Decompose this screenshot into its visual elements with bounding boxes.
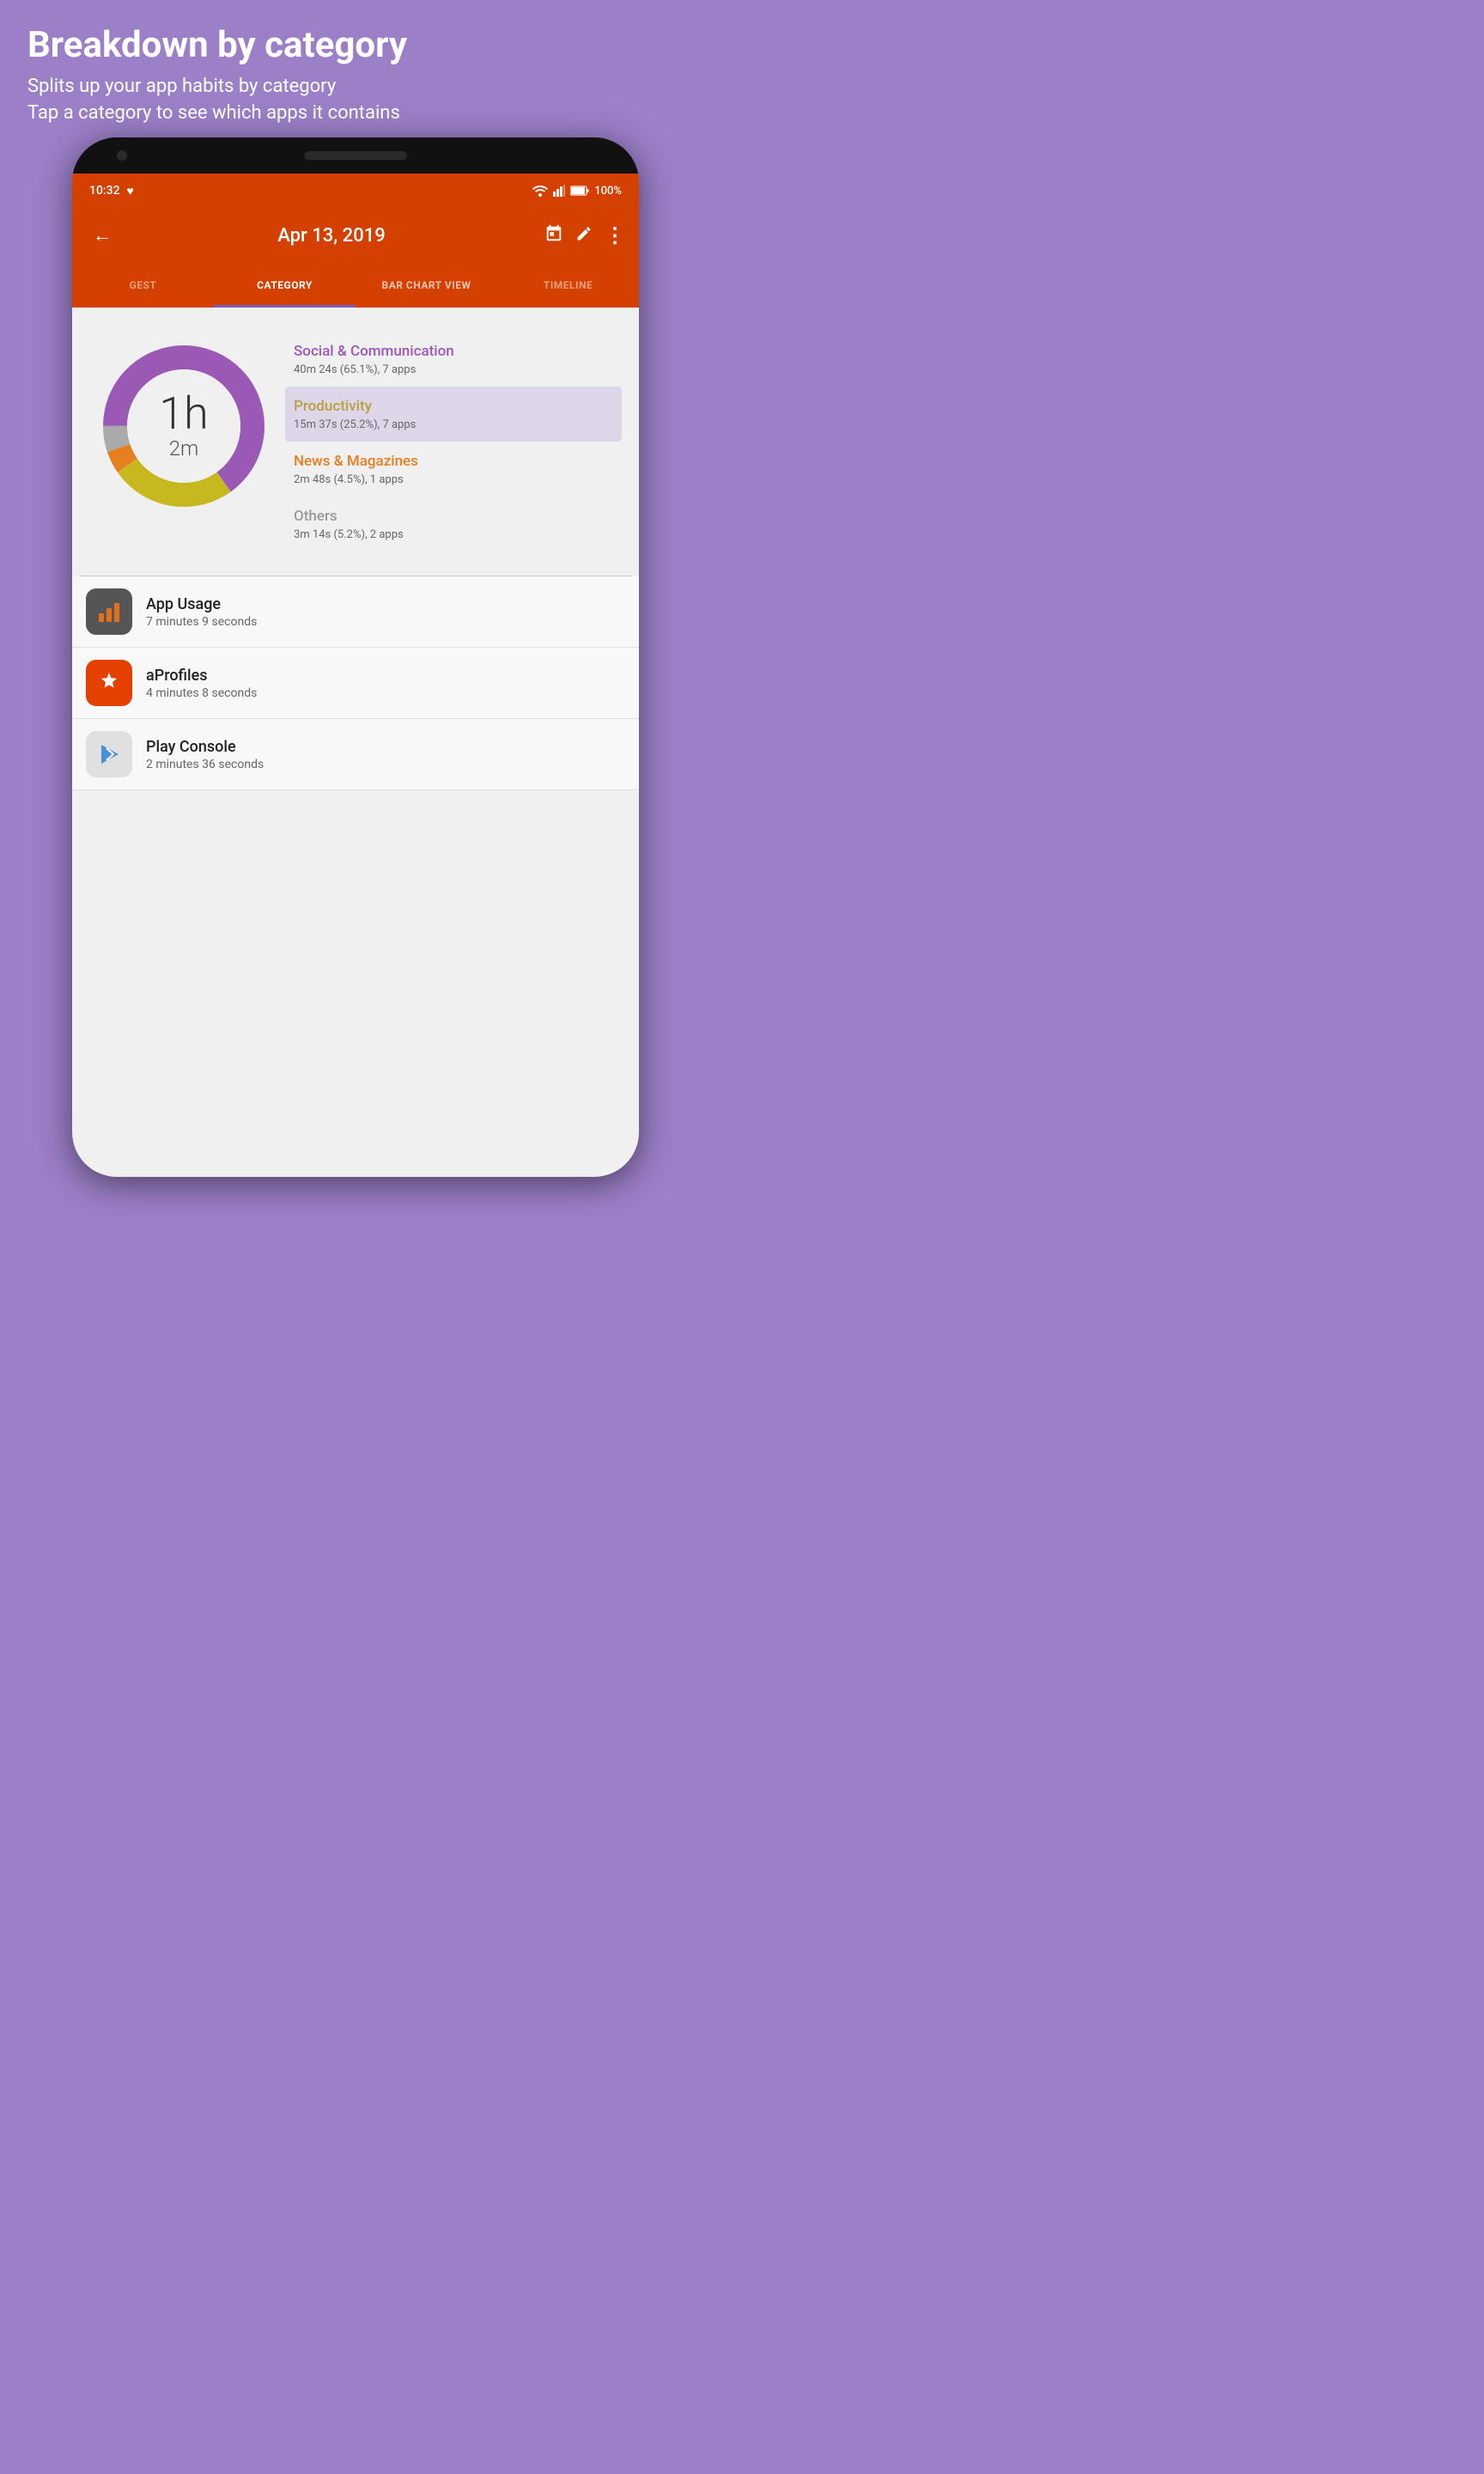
app-info-usage: App Usage 7 minutes 9 seconds (146, 595, 625, 629)
app-name-usage: App Usage (146, 595, 625, 613)
status-left: 10:32 ♥ (89, 184, 134, 198)
donut-time-big: 1h (159, 392, 208, 436)
legend-social-stats: 40m 24s (65.1%), 7 apps (294, 363, 613, 376)
app-item-playconsole[interactable]: Play Console 2 minutes 36 seconds (72, 719, 639, 790)
app-list: App Usage 7 minutes 9 seconds aProfiles … (72, 576, 639, 790)
legend-others[interactable]: Others 3m 14s (5.2%), 2 apps (285, 497, 622, 551)
content-area: 1h 2m Social & Communication 40m 24s (65… (72, 308, 639, 576)
app-icon-playconsole (86, 731, 132, 777)
page-title: Breakdown by category (27, 24, 684, 67)
legend-others-stats: 3m 14s (5.2%), 2 apps (294, 528, 613, 541)
app-name-aprofiles: aProfiles (146, 667, 625, 685)
app-info-playconsole: Play Console 2 minutes 36 seconds (146, 738, 625, 771)
status-right: 100% (532, 185, 622, 198)
legend-productivity-stats: 15m 37s (25.2%), 7 apps (294, 418, 613, 431)
legend-productivity-name: Productivity (294, 397, 613, 416)
tab-longest[interactable]: GEST (72, 263, 214, 308)
legend-social-name: Social & Communication (294, 342, 613, 361)
page-subtitle-line2: Tap a category to see which apps it cont… (27, 101, 684, 127)
back-button[interactable]: ← (86, 217, 119, 253)
tab-bar: GEST CATEGORY BAR CHART VIEW TIMELINE (72, 263, 639, 308)
donut-center: 1h 2m (159, 392, 208, 460)
wifi-icon (532, 185, 548, 197)
page-wrapper: Breakdown by category Splits up your app… (0, 0, 711, 1185)
legend-productivity[interactable]: Productivity 15m 37s (25.2%), 7 apps (285, 387, 622, 442)
app-time-aprofiles: 4 minutes 8 seconds (146, 686, 625, 700)
donut-time-sub: 2m (159, 436, 208, 460)
status-bar: 10:32 ♥ (72, 174, 639, 208)
more-button[interactable]: ⋮ (605, 223, 625, 247)
app-item-aprofiles[interactable]: aProfiles 4 minutes 8 seconds (72, 648, 639, 719)
phone-top-bar (72, 137, 639, 174)
tab-bar-chart[interactable]: BAR CHART VIEW (356, 263, 497, 308)
phone-screen: 10:32 ♥ (72, 174, 639, 1177)
edit-button[interactable] (575, 225, 593, 247)
legend-area: Social & Communication 40m 24s (65.1%), … (285, 332, 622, 551)
page-subtitle-line1: Splits up your app habits by category (27, 74, 684, 101)
app-bar-actions: ⋮ (544, 223, 625, 247)
legend-news-name: News & Magazines (294, 452, 613, 471)
donut-chart: 1h 2m (89, 332, 278, 521)
chart-row: 1h 2m Social & Communication 40m 24s (65… (86, 321, 625, 562)
heart-icon: ♥ (127, 184, 134, 198)
legend-news[interactable]: News & Magazines 2m 48s (4.5%), 1 apps (285, 442, 622, 497)
app-time-usage: 7 minutes 9 seconds (146, 615, 625, 629)
app-icon-usage (86, 588, 132, 635)
legend-social[interactable]: Social & Communication 40m 24s (65.1%), … (285, 332, 622, 387)
app-item-usage[interactable]: App Usage 7 minutes 9 seconds (72, 576, 639, 648)
legend-others-name: Others (294, 507, 613, 526)
status-time: 10:32 (89, 184, 120, 198)
calendar-button[interactable] (544, 224, 563, 247)
tab-category[interactable]: CATEGORY (214, 263, 356, 308)
phone-frame: 10:32 ♥ (72, 137, 639, 1177)
camera-dot (117, 150, 127, 161)
battery-icon (570, 186, 589, 196)
header-text-area: Breakdown by category Splits up your app… (0, 0, 711, 144)
app-bar: ← Apr 13, 2019 ⋮ (72, 208, 639, 263)
signal-icon (553, 185, 565, 197)
speaker-grille (304, 151, 407, 160)
app-name-playconsole: Play Console (146, 738, 625, 756)
legend-news-stats: 2m 48s (4.5%), 1 apps (294, 473, 613, 486)
app-time-playconsole: 2 minutes 36 seconds (146, 758, 625, 771)
app-bar-date: Apr 13, 2019 (129, 225, 534, 247)
app-icon-aprofiles (86, 660, 132, 706)
battery-percent: 100% (594, 185, 622, 198)
app-info-aprofiles: aProfiles 4 minutes 8 seconds (146, 667, 625, 700)
tab-timeline[interactable]: TIMELINE (497, 263, 639, 308)
